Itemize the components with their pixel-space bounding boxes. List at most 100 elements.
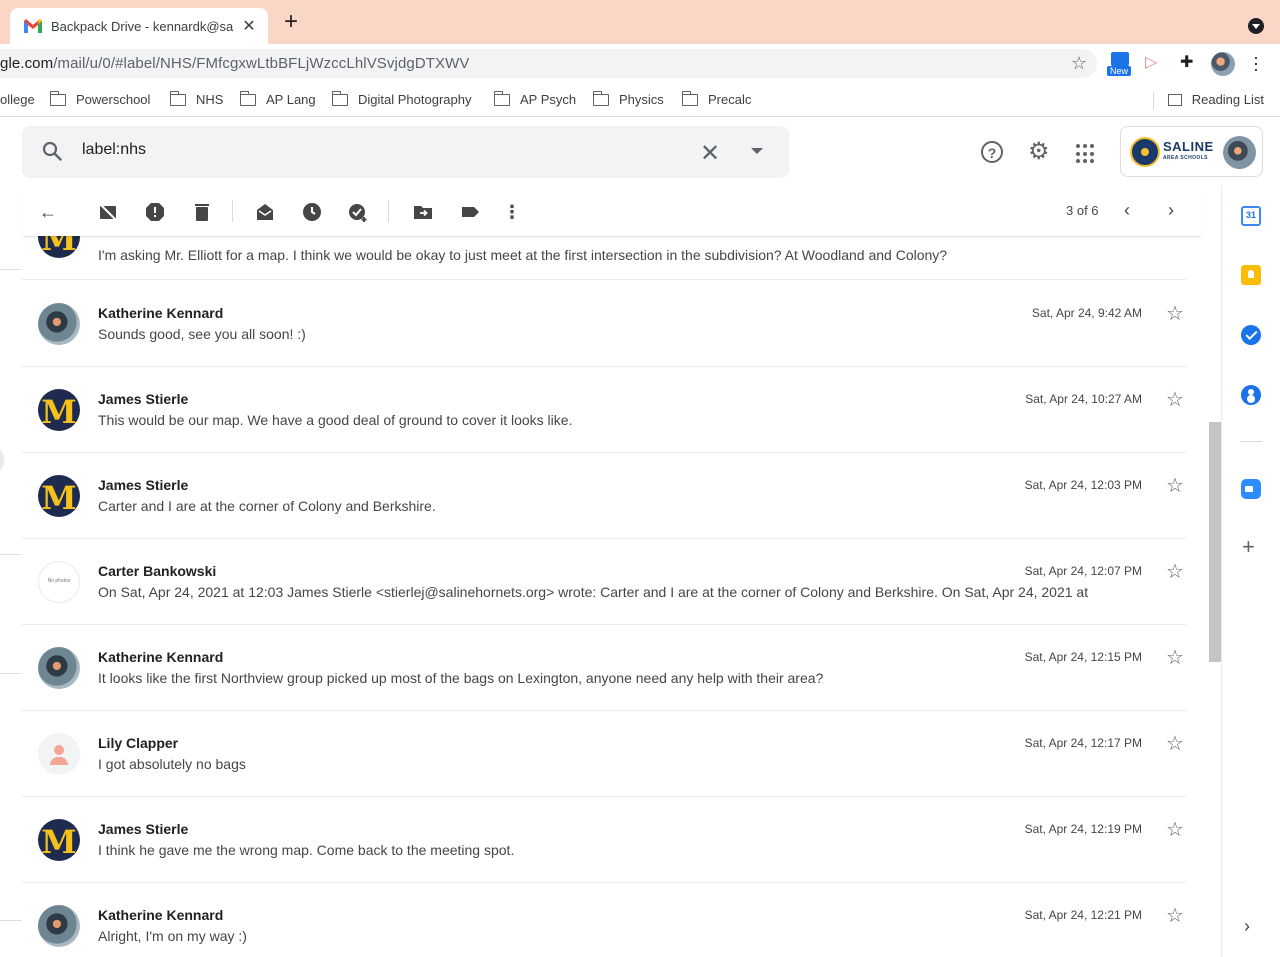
account-switcher[interactable]: SALINE AREA SCHOOLS: [1120, 126, 1263, 177]
search-input[interactable]: label:nhs: [82, 141, 146, 159]
contacts-icon[interactable]: [1241, 385, 1261, 405]
star-icon[interactable]: ☆: [1164, 559, 1186, 584]
star-icon[interactable]: ☆: [1164, 645, 1186, 670]
left-panel-handle[interactable]: [0, 448, 4, 472]
calendar-day: 31: [1245, 210, 1256, 220]
bookmark-digital-photography[interactable]: Digital Photography: [331, 90, 472, 107]
sender-name: Katherine Kennard: [98, 907, 224, 923]
thread-message[interactable]: Katherine Kennard Sounds good, see you a…: [22, 281, 1186, 367]
star-icon[interactable]: ☆: [1164, 301, 1186, 326]
star-icon[interactable]: ☆: [1164, 731, 1186, 756]
search-options-icon[interactable]: [751, 148, 763, 154]
browser-profile-avatar[interactable]: [1211, 52, 1235, 76]
bookmark-college[interactable]: ollege: [0, 92, 35, 107]
folder-icon: [493, 90, 510, 106]
close-tab-icon[interactable]: ✕: [240, 16, 258, 36]
toolbar-divider: [232, 200, 233, 222]
calendar-icon[interactable]: 31: [1241, 206, 1261, 226]
keep-icon[interactable]: [1241, 265, 1261, 285]
bookmark-label: NHS: [196, 92, 224, 107]
bookmark-powerschool[interactable]: Powerschool: [49, 90, 151, 107]
label-icon[interactable]: [460, 202, 480, 222]
tasks-icon[interactable]: [1241, 325, 1261, 345]
bookmark-ap-psych[interactable]: AP Psych: [493, 90, 576, 107]
search-bar[interactable]: label:nhs ✕: [22, 126, 789, 178]
star-icon[interactable]: ☆: [1164, 817, 1186, 842]
clear-search-icon[interactable]: ✕: [700, 139, 720, 168]
sender-avatar: [38, 905, 80, 947]
thread-message[interactable]: Lily Clapper I got absolutely no bags Sa…: [22, 711, 1186, 797]
left-edge-divider: [0, 673, 22, 674]
scrollbar-thumb[interactable]: [1209, 422, 1221, 662]
message-toolbar: ← ⋮ 3 of 6 ‹ ›: [22, 186, 1202, 236]
back-arrow-icon[interactable]: ←: [38, 202, 58, 222]
org-name: SALINE: [1163, 139, 1214, 154]
sender-avatar: [38, 733, 80, 775]
folder-icon: [239, 90, 256, 106]
bookmark-star-icon[interactable]: ☆: [1071, 53, 1087, 74]
cast-extension-icon[interactable]: ▷: [1145, 52, 1165, 72]
sender-avatar: [38, 475, 80, 517]
gmail-icon: [24, 19, 42, 33]
bookmark-ap-lang[interactable]: AP Lang: [239, 90, 316, 107]
reading-list-button[interactable]: Reading List: [1167, 92, 1264, 107]
move-to-icon[interactable]: [413, 202, 433, 222]
zoom-icon[interactable]: [1241, 479, 1261, 499]
snooze-clock-icon[interactable]: [302, 202, 322, 222]
tab-title: Backpack Drive - kennardk@sa: [51, 18, 234, 34]
sender-avatar: [38, 303, 80, 345]
thread-message[interactable]: Katherine Kennard It looks like the firs…: [22, 625, 1186, 711]
expand-panel-chevron-icon[interactable]: ›: [1244, 916, 1250, 937]
star-icon[interactable]: ☆: [1164, 903, 1186, 928]
help-icon[interactable]: ?: [981, 141, 1003, 163]
url-path: /mail/u/0/#label/NHS/FMfcgxwLtbBFLjWzccL…: [53, 55, 470, 72]
gear-icon[interactable]: ⚙: [1028, 140, 1052, 164]
message-date: Sat, Apr 24, 10:27 AM: [1025, 392, 1142, 406]
account-avatar[interactable]: [1223, 136, 1256, 169]
bookmark-label: Digital Photography: [358, 92, 472, 107]
message-snippet: I'm asking Mr. Elliott for a map. I thin…: [98, 247, 948, 263]
bookmark-nhs[interactable]: NHS: [169, 90, 224, 107]
archive-off-icon[interactable]: [98, 202, 118, 222]
sender-avatar: [38, 819, 80, 861]
extension-new-icon[interactable]: New: [1107, 52, 1132, 76]
report-spam-icon[interactable]: [145, 202, 165, 222]
older-chevron-icon[interactable]: ›: [1168, 200, 1174, 221]
add-task-icon[interactable]: [348, 202, 368, 222]
side-panel: [1221, 186, 1280, 957]
bookmarks-bar: ollege Powerschool NHS AP Lang Digital P…: [0, 84, 1280, 117]
message-snippet: This would be our map. We have a good de…: [98, 412, 573, 428]
newer-chevron-icon[interactable]: ‹: [1124, 200, 1130, 221]
mark-unread-icon[interactable]: [255, 202, 275, 222]
new-tab-button[interactable]: +: [280, 10, 302, 34]
search-icon[interactable]: [42, 141, 62, 161]
tab-search-icon[interactable]: [1248, 18, 1264, 34]
thread-message[interactable]: I'm asking Mr. Elliott for a map. I thin…: [22, 236, 1186, 280]
bookmark-label: Powerschool: [76, 92, 151, 107]
thread-message[interactable]: No photos Carter Bankowski On Sat, Apr 2…: [22, 539, 1186, 625]
thread-message[interactable]: James Stierle Carter and I are at the co…: [22, 453, 1186, 539]
star-icon[interactable]: ☆: [1164, 473, 1186, 498]
address-bar-row: gle.com/mail/u/0/#label/NHS/FMfcgxwLtbBF…: [0, 44, 1280, 84]
url-domain: gle.com: [0, 55, 54, 72]
left-edge-divider: [0, 920, 22, 921]
reading-list-icon: [1167, 93, 1182, 106]
extensions-puzzle-icon[interactable]: ✚: [1180, 52, 1200, 72]
thread-message[interactable]: Katherine Kennard Alright, I'm on my way…: [22, 883, 1186, 957]
add-addon-icon[interactable]: +: [1242, 536, 1255, 558]
address-bar[interactable]: gle.com/mail/u/0/#label/NHS/FMfcgxwLtbBF…: [0, 49, 1097, 78]
apps-grid-icon[interactable]: [1076, 144, 1096, 164]
browser-menu-icon[interactable]: · · ·: [1250, 48, 1262, 78]
school-logo: [1130, 137, 1160, 167]
thread-message[interactable]: James Stierle This would be our map. We …: [22, 367, 1186, 453]
bookmark-physics[interactable]: Physics: [592, 90, 664, 107]
thread-message[interactable]: James Stierle I think he gave me the wro…: [22, 797, 1186, 883]
trash-icon[interactable]: [192, 202, 212, 222]
star-icon[interactable]: ☆: [1164, 387, 1186, 412]
sender-name: Carter Bankowski: [98, 563, 217, 579]
message-snippet: On Sat, Apr 24, 2021 at 12:03 James Stie…: [98, 584, 1089, 600]
more-options-icon[interactable]: ⋮: [502, 202, 522, 222]
extension-badge: New: [1107, 66, 1132, 76]
bookmark-precalc[interactable]: Precalc: [681, 90, 751, 107]
browser-tab[interactable]: Backpack Drive - kennardk@sa ✕: [10, 8, 268, 44]
